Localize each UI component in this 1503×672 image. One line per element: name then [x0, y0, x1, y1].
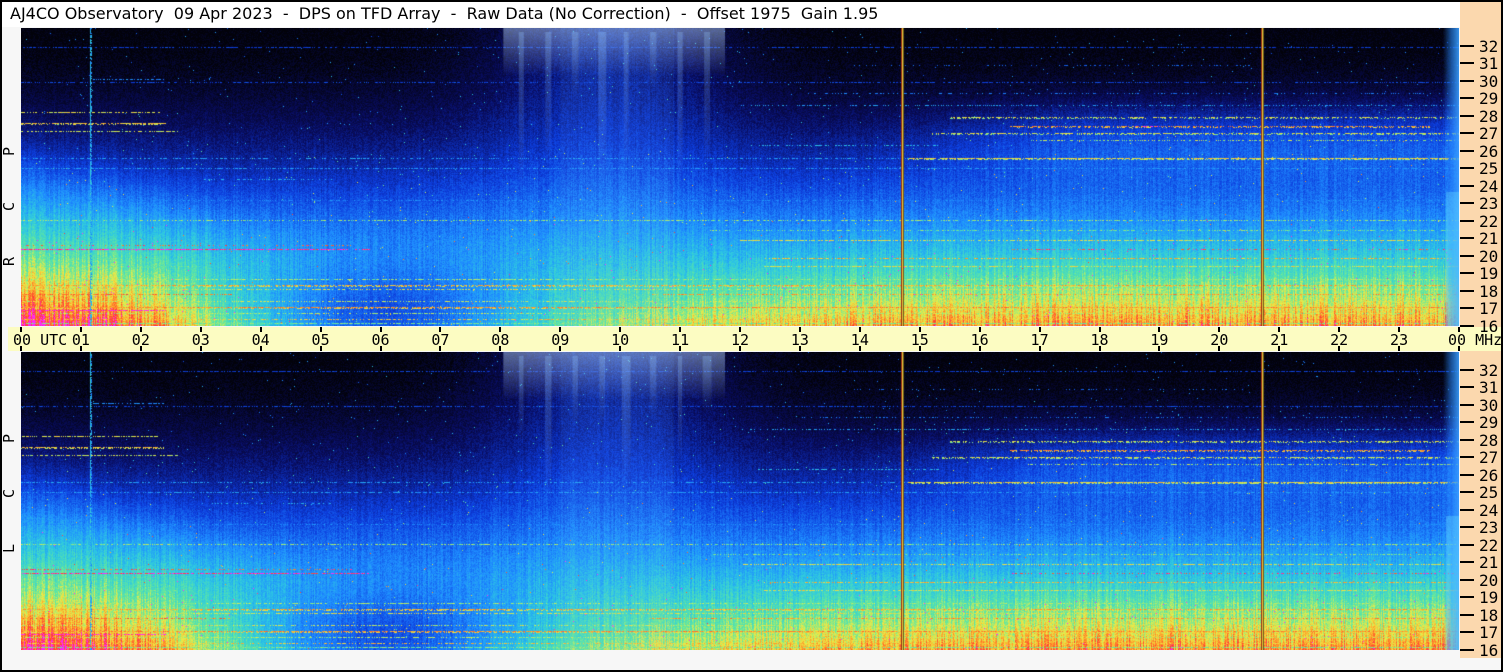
page-title: AJ4CO Observatory 09 Apr 2023 - DPS on T…	[10, 4, 879, 23]
lcp-spectrogram-canvas	[21, 352, 1459, 650]
rcp-spectrogram-canvas	[21, 28, 1459, 326]
spectrograph-page: AJ4CO Observatory 09 Apr 2023 - DPS on T…	[0, 0, 1503, 672]
utc-axis-left-label: 00 UTC	[13, 331, 68, 349]
lcp-axis-label: LCP	[0, 387, 18, 553]
rcp-axis-label: RCP	[0, 100, 18, 266]
mhz-axis-right-label: 00 MHz	[1448, 331, 1503, 349]
time-axis-band	[8, 327, 1501, 351]
title-bar: AJ4CO Observatory 09 Apr 2023 - DPS on T…	[2, 0, 1460, 27]
